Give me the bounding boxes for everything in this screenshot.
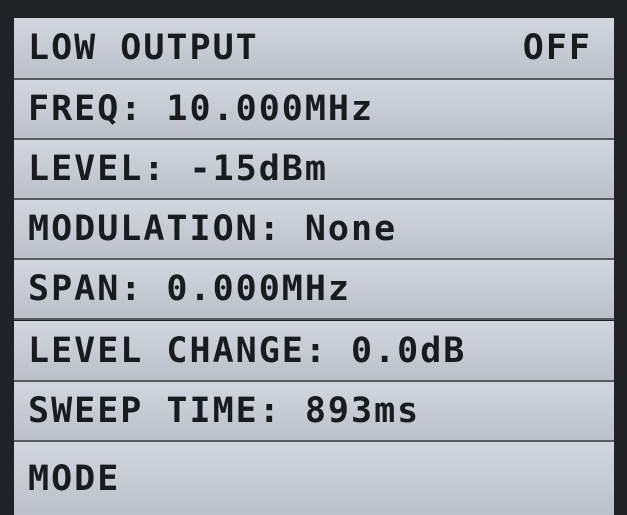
menu-item-level[interactable]: LEVEL: -15dBm (14, 140, 614, 200)
signal-generator-device: LOW OUTPUT OFF FREQ: 10.000MHz LEVEL: -1… (0, 0, 627, 515)
menu-item-span[interactable]: SPAN: 0.000MHz (14, 260, 614, 320)
menu-item-label: LOW OUTPUT (28, 28, 259, 68)
menu-item-label: SWEEP TIME: 893ms (28, 391, 421, 431)
menu-item-sweep-time[interactable]: SWEEP TIME: 893ms (14, 382, 614, 442)
menu-item-label: LEVEL CHANGE: 0.0dB (28, 330, 467, 371)
menu-item-frequency[interactable]: FREQ: 10.000MHz (14, 80, 614, 140)
menu-item-label: MODULATION: None (28, 209, 398, 249)
menu-item-modulation[interactable]: MODULATION: None (14, 200, 614, 260)
menu-item-label: SPAN: 0.000MHz (28, 269, 352, 309)
menu-item-mode[interactable]: MODE (14, 442, 614, 515)
menu-item-low-output[interactable]: LOW OUTPUT OFF (14, 18, 614, 80)
menu-item-level-change[interactable]: LEVEL CHANGE: 0.0dB (14, 321, 614, 382)
low-output-status: OFF (522, 28, 592, 68)
menu-item-label: FREQ: 10.000MHz (28, 89, 375, 129)
menu-item-label: LEVEL: -15dBm (28, 149, 328, 189)
menu-item-label: MODE (28, 458, 121, 499)
lcd-screen: LOW OUTPUT OFF FREQ: 10.000MHz LEVEL: -1… (14, 18, 614, 515)
